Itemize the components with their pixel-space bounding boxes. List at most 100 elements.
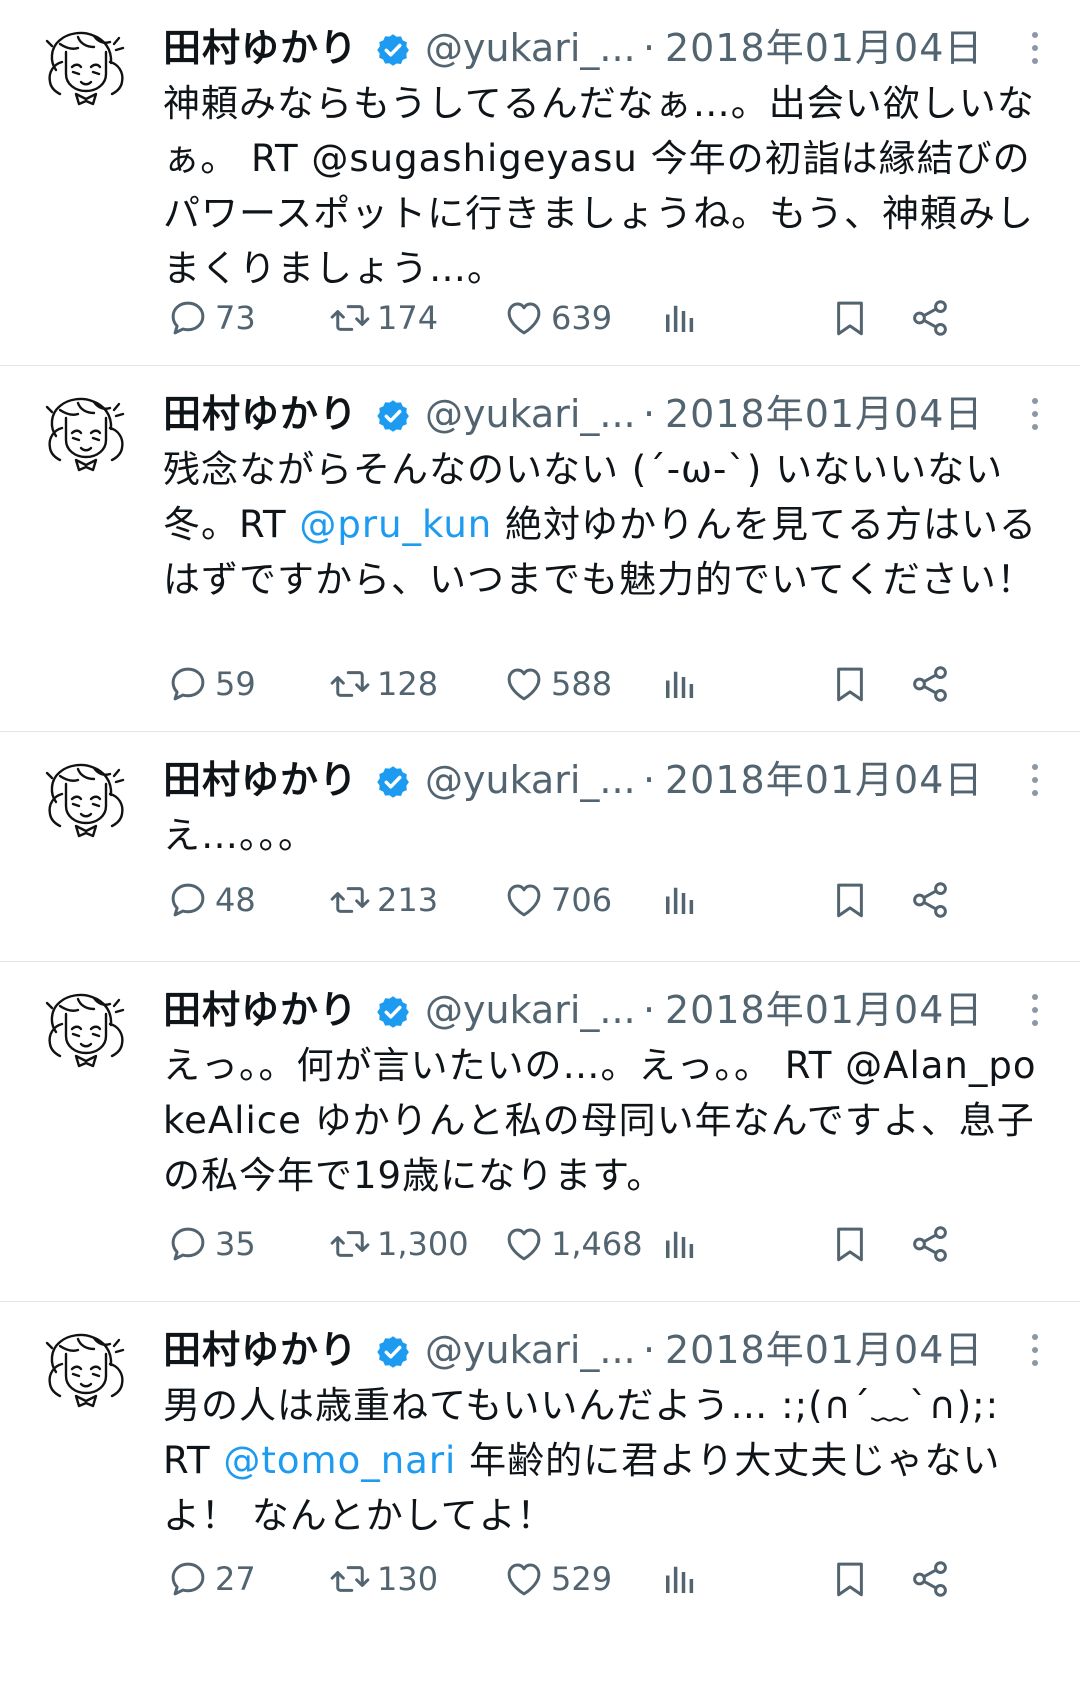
tweet-header: 田村ゆかり @yukari_... · 2018年01月04日	[163, 20, 1056, 76]
retweet-icon	[329, 1558, 371, 1600]
action-bar: 48 213 706	[163, 875, 1056, 925]
author-name[interactable]: 田村ゆかり	[163, 386, 358, 442]
reply-icon	[167, 1223, 209, 1265]
author-handle[interactable]: @yukari_...	[425, 386, 636, 442]
separator-dot: ·	[643, 988, 656, 1032]
tweet-date[interactable]: 2018年01月04日	[665, 1322, 983, 1378]
share-button[interactable]	[909, 293, 957, 343]
retweet-count: 130	[377, 1560, 439, 1598]
views-button[interactable]	[659, 1554, 707, 1604]
reply-icon	[167, 297, 209, 339]
retweet-button[interactable]: 1,300	[329, 1219, 469, 1269]
author-handle[interactable]: @yukari_...	[425, 752, 636, 808]
tweet-text: 残念ながらそんなのいない (´-ω-`) いないいない冬。RT @pru_kun…	[163, 448, 1037, 601]
like-count: 1,468	[551, 1225, 643, 1263]
author-handle[interactable]: @yukari_...	[425, 20, 636, 76]
like-count: 706	[551, 881, 613, 919]
views-button[interactable]	[659, 293, 707, 343]
more-options-icon[interactable]	[1028, 1334, 1042, 1370]
heart-icon	[503, 1223, 545, 1265]
author-name[interactable]: 田村ゆかり	[163, 752, 358, 808]
like-button[interactable]: 706	[503, 875, 612, 925]
bookmark-button[interactable]	[829, 659, 877, 709]
like-button[interactable]: 639	[503, 293, 612, 343]
more-options-icon[interactable]	[1028, 764, 1042, 800]
reply-button[interactable]: 59	[167, 659, 256, 709]
bookmark-button[interactable]	[829, 293, 877, 343]
views-chart-icon	[659, 879, 701, 921]
tweet[interactable]: 田村ゆかり @yukari_... · 2018年01月04日 え…。。。 48…	[0, 732, 1080, 962]
author-handle[interactable]: @yukari_...	[425, 1322, 636, 1378]
retweet-button[interactable]: 174	[329, 293, 438, 343]
reply-count: 48	[215, 881, 256, 919]
retweet-button[interactable]: 128	[329, 659, 438, 709]
views-button[interactable]	[659, 875, 707, 925]
tweet-text: え…。。。	[163, 814, 316, 857]
retweet-icon	[329, 663, 371, 705]
avatar[interactable]	[36, 984, 136, 1084]
retweet-count: 128	[377, 665, 439, 703]
like-button[interactable]: 1,468	[503, 1219, 643, 1269]
more-options-icon[interactable]	[1028, 398, 1042, 434]
like-count: 639	[551, 299, 613, 337]
views-chart-icon	[659, 297, 701, 339]
tweet-date[interactable]: 2018年01月04日	[665, 752, 983, 808]
author-name[interactable]: 田村ゆかり	[163, 982, 358, 1038]
retweet-icon	[329, 879, 371, 921]
reply-icon	[167, 879, 209, 921]
separator-dot: ·	[643, 1328, 656, 1372]
avatar[interactable]	[36, 1324, 136, 1424]
tweet[interactable]: 田村ゆかり @yukari_... · 2018年01月04日 男の人は歳重ねて…	[0, 1302, 1080, 1691]
bookmark-icon	[829, 1223, 871, 1265]
mention-link[interactable]: @tomo_nari	[223, 1439, 456, 1482]
mention-link[interactable]: @pru_kun	[299, 503, 492, 546]
bookmark-icon	[829, 297, 871, 339]
reply-button[interactable]: 73	[167, 293, 256, 343]
bookmark-button[interactable]	[829, 1219, 877, 1269]
bookmark-button[interactable]	[829, 875, 877, 925]
separator-dot: ·	[643, 26, 656, 70]
verified-badge-icon	[375, 764, 411, 800]
bookmark-button[interactable]	[829, 1554, 877, 1604]
heart-icon	[503, 879, 545, 921]
author-name[interactable]: 田村ゆかり	[163, 1322, 358, 1378]
more-options-icon[interactable]	[1028, 32, 1042, 68]
avatar[interactable]	[36, 388, 136, 488]
like-button[interactable]: 529	[503, 1554, 612, 1604]
tweet-header: 田村ゆかり @yukari_... · 2018年01月04日	[163, 982, 1056, 1038]
tweet-date[interactable]: 2018年01月04日	[665, 20, 983, 76]
tweet[interactable]: 田村ゆかり @yukari_... · 2018年01月04日 残念ながらそんな…	[0, 366, 1080, 732]
tweet-header: 田村ゆかり @yukari_... · 2018年01月04日	[163, 386, 1056, 442]
tweet-date[interactable]: 2018年01月04日	[665, 386, 983, 442]
retweet-icon	[329, 297, 371, 339]
views-chart-icon	[659, 1223, 701, 1265]
more-options-icon[interactable]	[1028, 994, 1042, 1030]
avatar[interactable]	[36, 754, 136, 854]
action-bar: 59 128 588	[163, 659, 1056, 709]
retweet-button[interactable]: 213	[329, 875, 438, 925]
action-bar: 27 130 529	[163, 1554, 1056, 1604]
verified-badge-icon	[375, 994, 411, 1030]
views-button[interactable]	[659, 659, 707, 709]
share-button[interactable]	[909, 1219, 957, 1269]
like-button[interactable]: 588	[503, 659, 612, 709]
reply-button[interactable]: 35	[167, 1219, 256, 1269]
share-button[interactable]	[909, 659, 957, 709]
author-handle[interactable]: @yukari_...	[425, 982, 636, 1038]
verified-badge-icon	[375, 398, 411, 434]
tweet-header: 田村ゆかり @yukari_... · 2018年01月04日	[163, 1322, 1056, 1378]
views-button[interactable]	[659, 1219, 707, 1269]
share-button[interactable]	[909, 875, 957, 925]
share-button[interactable]	[909, 1554, 957, 1604]
reply-count: 27	[215, 1560, 256, 1598]
reply-button[interactable]: 48	[167, 875, 256, 925]
avatar[interactable]	[36, 22, 136, 122]
author-name[interactable]: 田村ゆかり	[163, 20, 358, 76]
heart-icon	[503, 297, 545, 339]
share-icon	[909, 1558, 951, 1600]
reply-button[interactable]: 27	[167, 1554, 256, 1604]
retweet-button[interactable]: 130	[329, 1554, 438, 1604]
tweet[interactable]: 田村ゆかり @yukari_... · 2018年01月04日 神頼みならもうし…	[0, 0, 1080, 366]
tweet-date[interactable]: 2018年01月04日	[665, 982, 983, 1038]
tweet[interactable]: 田村ゆかり @yukari_... · 2018年01月04日 えっ。。何が言い…	[0, 962, 1080, 1302]
